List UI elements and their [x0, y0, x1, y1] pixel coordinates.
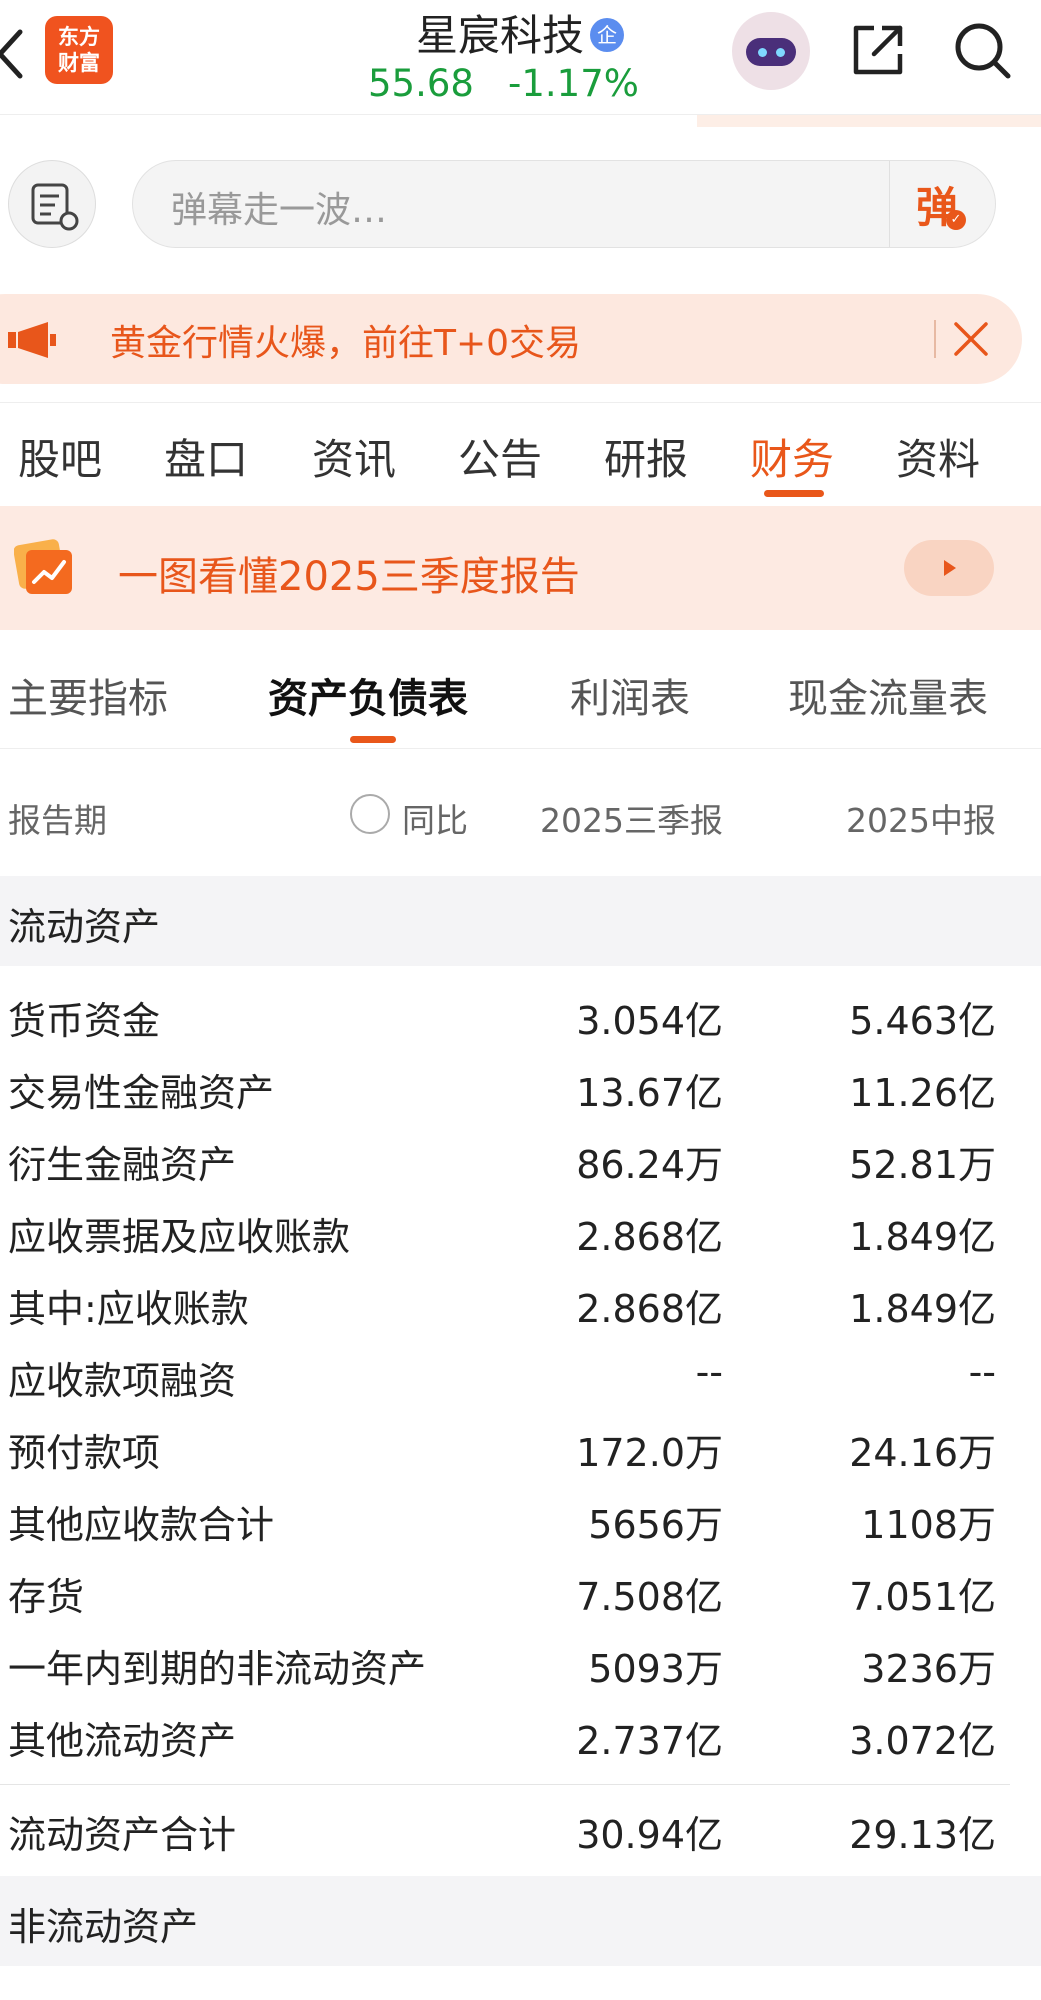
- danmu-input[interactable]: 弹幕走一波…: [132, 160, 996, 248]
- danmu-settings-icon: [31, 183, 79, 231]
- tab-research[interactable]: 研报: [604, 426, 688, 487]
- period-header: 报告期: [8, 801, 107, 840]
- yoy-radio[interactable]: [350, 794, 390, 834]
- check-icon: ✓: [946, 210, 966, 230]
- danmu-placeholder: 弹幕走一波…: [171, 190, 388, 231]
- row-label: 其他应收款合计: [8, 1503, 275, 1547]
- tab-profile[interactable]: 资料: [896, 426, 980, 487]
- row-value-h1: 3.072亿: [849, 1719, 996, 1763]
- enterprise-badge: 企: [590, 18, 624, 52]
- row-value-h1: 11.26亿: [849, 1071, 996, 1115]
- danmu-send-button[interactable]: 弹 ✓: [888, 160, 996, 248]
- subtab-income-statement[interactable]: 利润表: [570, 666, 690, 724]
- row-label: 其中:应收账款: [8, 1287, 249, 1331]
- ai-assistant-icon[interactable]: [732, 12, 810, 90]
- stock-change-percent: -1.17%: [508, 62, 639, 105]
- row-value-q3: 3.054亿: [576, 999, 723, 1043]
- promo-banner[interactable]: 黄金行情火爆，前往T+0交易: [0, 294, 1022, 384]
- total-row-label: 流动资产合计: [8, 1813, 237, 1857]
- stock-name: 星宸科技: [415, 11, 584, 60]
- subtab-key-indicators[interactable]: 主要指标: [8, 666, 168, 724]
- row-value-q3: 2.868亿: [576, 1287, 723, 1331]
- back-arrow-icon[interactable]: [0, 26, 28, 82]
- row-value-q3: --: [695, 1350, 723, 1394]
- tab-finance[interactable]: 财务: [750, 426, 834, 487]
- row-value-q3: 5656万: [588, 1503, 723, 1547]
- total-row-value-h1: 29.13亿: [849, 1813, 996, 1857]
- active-subtab-indicator: [350, 736, 396, 743]
- subtab-balance-sheet[interactable]: 资产负债表: [268, 666, 468, 724]
- column-header-q3: 2025三季报: [540, 801, 723, 840]
- row-value-h1: 24.16万: [849, 1431, 996, 1475]
- row-label: 交易性金融资产: [8, 1071, 275, 1115]
- app-logo: 东方 财富: [45, 16, 113, 84]
- row-value-h1: --: [968, 1350, 996, 1394]
- row-value-q3: 2.737亿: [576, 1719, 723, 1763]
- row-value-h1: 5.463亿: [849, 999, 996, 1043]
- search-icon[interactable]: [952, 20, 1014, 82]
- section-title: 流动资产: [8, 905, 161, 949]
- banner-play-button[interactable]: [904, 540, 994, 596]
- subtab-divider: [0, 748, 1041, 749]
- row-label: 其他流动资产: [8, 1719, 237, 1763]
- tab-guba[interactable]: 股吧: [18, 426, 102, 487]
- total-row-value-q3: 30.94亿: [576, 1813, 723, 1857]
- header-divider: [0, 114, 1041, 129]
- tab-announcements[interactable]: 公告: [458, 426, 542, 487]
- stock-price: 55.68: [368, 62, 474, 105]
- active-tab-indicator: [764, 490, 824, 497]
- chart-report-icon: [14, 539, 72, 594]
- row-value-h1: 3236万: [861, 1647, 996, 1691]
- row-label: 货币资金: [8, 999, 161, 1043]
- row-value-q3: 2.868亿: [576, 1215, 723, 1259]
- danmu-settings-button[interactable]: [8, 160, 96, 248]
- banner-text: 一图看懂2025三季度报告: [118, 554, 580, 600]
- row-value-q3: 7.508亿: [576, 1575, 723, 1619]
- row-label: 一年内到期的非流动资产: [8, 1647, 427, 1691]
- row-value-h1: 7.051亿: [849, 1575, 996, 1619]
- close-icon[interactable]: [952, 320, 990, 358]
- row-value-q3: 172.0万: [576, 1431, 723, 1475]
- logo-text-line2: 财富: [58, 51, 100, 75]
- logo-text-line1: 东方: [58, 25, 100, 49]
- row-value-h1: 52.81万: [849, 1143, 996, 1187]
- column-header-h1: 2025中报: [846, 801, 996, 840]
- row-value-q3: 13.67亿: [576, 1071, 723, 1115]
- row-value-q3: 86.24万: [576, 1143, 723, 1187]
- section-current-assets: 流动资产: [0, 876, 1041, 966]
- tab-pankou[interactable]: 盘口: [164, 426, 248, 487]
- subtab-cash-flow[interactable]: 现金流量表: [788, 666, 988, 724]
- row-label: 应收票据及应收账款: [8, 1215, 351, 1259]
- row-label: 衍生金融资产: [8, 1143, 237, 1187]
- row-value-h1: 1.849亿: [849, 1215, 996, 1259]
- yoy-label[interactable]: 同比: [402, 794, 468, 842]
- row-label: 存货: [8, 1575, 85, 1619]
- tab-news[interactable]: 资讯: [312, 426, 396, 487]
- section-title: 非流动资产: [8, 1905, 199, 1949]
- row-label: 预付款项: [8, 1431, 161, 1475]
- play-icon: [944, 560, 956, 576]
- section-non-current-assets: 非流动资产: [0, 1876, 1041, 1966]
- megaphone-icon: [8, 322, 56, 358]
- row-value-q3: 5093万: [588, 1647, 723, 1691]
- report-banner[interactable]: 一图看懂2025三季度报告: [0, 506, 1041, 630]
- row-value-h1: 1108万: [861, 1503, 996, 1547]
- share-icon[interactable]: [848, 20, 908, 80]
- stock-title: 星宸科技企: [300, 2, 740, 63]
- tabs-divider: [0, 402, 1041, 403]
- row-label: 应收款项融资: [8, 1359, 237, 1403]
- promo-text: 黄金行情火爆，前往T+0交易: [110, 323, 582, 364]
- total-divider: [0, 1784, 1010, 1785]
- row-value-h1: 1.849亿: [849, 1287, 996, 1331]
